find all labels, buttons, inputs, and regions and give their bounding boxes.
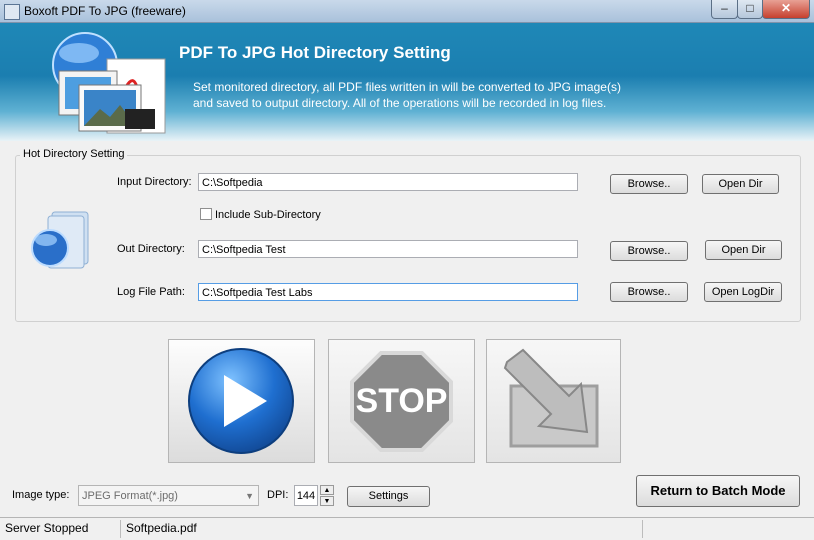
pdf-to-jpg-logo-icon bbox=[52, 32, 166, 134]
minimize-to-tray-button[interactable] bbox=[486, 339, 621, 463]
header-desc-line1: Set monitored directory, all PDF files w… bbox=[193, 80, 621, 94]
status-separator bbox=[642, 520, 643, 538]
browse-log-button[interactable]: Browse.. bbox=[610, 282, 688, 302]
header-banner: PDF To JPG Hot Directory Setting Set mon… bbox=[0, 23, 814, 141]
hot-directory-icon bbox=[31, 211, 89, 269]
dpi-down-arrow-icon[interactable]: ▼ bbox=[320, 496, 334, 506]
arrow-down-right-icon bbox=[503, 348, 599, 448]
include-subdirectory-checkbox[interactable] bbox=[200, 208, 212, 220]
minimize-button[interactable]: – bbox=[711, 0, 738, 19]
browse-out-button[interactable]: Browse.. bbox=[610, 241, 688, 261]
status-separator bbox=[120, 520, 121, 538]
close-button[interactable]: ✕ bbox=[762, 0, 810, 19]
dpi-label: DPI: bbox=[267, 489, 289, 501]
image-type-label: Image type: bbox=[12, 489, 70, 501]
open-out-dir-button[interactable]: Open Dir bbox=[705, 240, 782, 260]
settings-button[interactable]: Settings bbox=[347, 486, 430, 507]
browse-input-button[interactable]: Browse.. bbox=[610, 174, 688, 194]
maximize-button[interactable]: □ bbox=[737, 0, 763, 19]
include-subdirectory-label: Include Sub-Directory bbox=[215, 209, 321, 221]
dpi-up-arrow-icon[interactable]: ▲ bbox=[320, 485, 334, 495]
stop-icon: STOP bbox=[350, 351, 453, 452]
input-directory-field[interactable]: C:\Softpedia bbox=[198, 173, 578, 191]
open-input-dir-button[interactable]: Open Dir bbox=[702, 174, 779, 194]
image-type-select[interactable]: JPEG Format(*.jpg) ▼ bbox=[78, 485, 259, 506]
status-file: Softpedia.pdf bbox=[126, 521, 197, 535]
open-logdir-button[interactable]: Open LogDir bbox=[704, 282, 782, 302]
image-type-value: JPEG Format(*.jpg) bbox=[82, 490, 178, 502]
header-description: Set monitored directory, all PDF files w… bbox=[193, 79, 713, 111]
header-desc-line2: and saved to output directory. All of th… bbox=[193, 96, 607, 110]
out-directory-field[interactable]: C:\Softpedia Test bbox=[198, 240, 578, 258]
stop-button[interactable]: STOP bbox=[328, 339, 475, 463]
play-icon bbox=[188, 348, 294, 454]
status-state: Server Stopped bbox=[5, 521, 89, 535]
return-to-batch-mode-button[interactable]: Return to Batch Mode bbox=[636, 475, 800, 507]
input-directory-label: Input Directory: bbox=[117, 176, 192, 188]
app-icon bbox=[4, 4, 20, 20]
header-title: PDF To JPG Hot Directory Setting bbox=[179, 43, 451, 62]
group-title: Hot Directory Setting bbox=[20, 148, 128, 160]
window-title: Boxoft PDF To JPG (freeware) bbox=[24, 4, 186, 18]
chevron-down-icon: ▼ bbox=[245, 491, 254, 501]
log-file-path-label: Log File Path: bbox=[117, 286, 185, 298]
out-directory-label: Out Directory: bbox=[117, 243, 185, 255]
title-bar: Boxoft PDF To JPG (freeware) – □ ✕ bbox=[0, 0, 814, 23]
stop-sign-text: STOP bbox=[356, 382, 448, 420]
dpi-input[interactable]: 144 bbox=[294, 485, 318, 506]
start-button[interactable] bbox=[168, 339, 315, 463]
status-bar: Server Stopped Softpedia.pdf bbox=[0, 517, 814, 540]
log-file-path-field[interactable]: C:\Softpedia Test Labs bbox=[198, 283, 578, 301]
